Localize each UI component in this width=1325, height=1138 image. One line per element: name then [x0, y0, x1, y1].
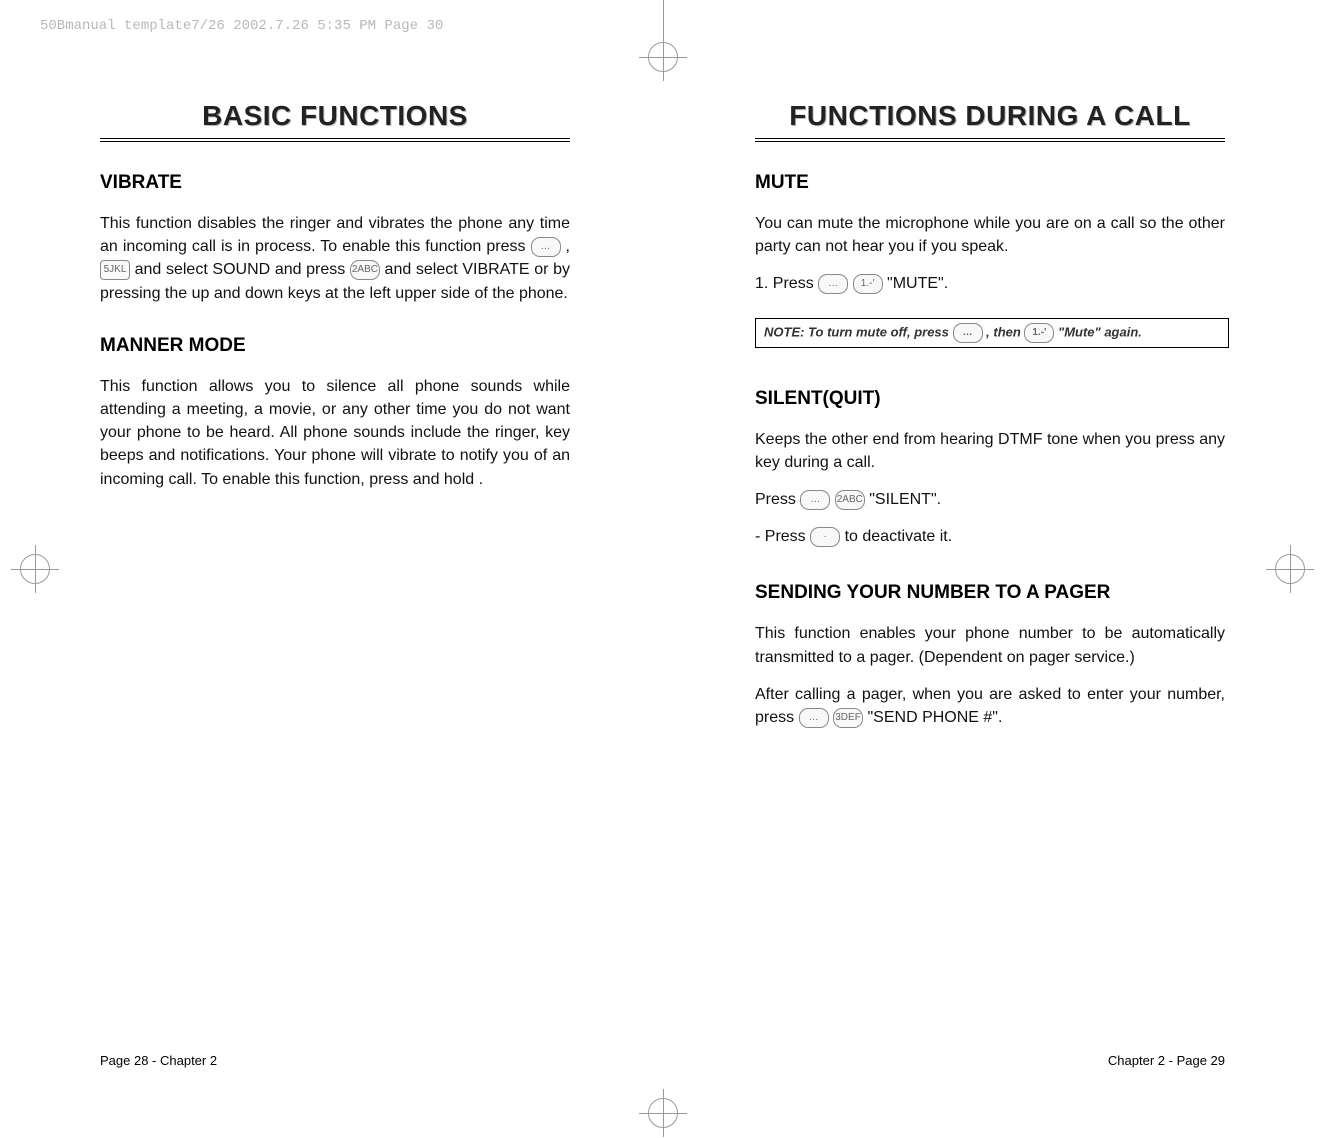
- manner-heading: MANNER MODE: [100, 335, 570, 357]
- mute-step1: 1. Press … 1.-' "MUTE".: [755, 272, 1225, 295]
- vibrate-body: This function disables the ringer and vi…: [100, 212, 570, 305]
- silent-body: Keeps the other end from hearing DTMF to…: [755, 428, 1225, 549]
- key-1-icon: 1.-': [853, 274, 883, 294]
- manner-text: This function allows you to silence all …: [100, 375, 570, 491]
- pager-after: After calling a pager, when you are aske…: [755, 683, 1225, 729]
- key-5-icon: 5JKL: [100, 260, 130, 280]
- mute-note-b: , then: [986, 324, 1024, 339]
- key-2-icon: 2ABC: [350, 260, 380, 280]
- footer-right: Chapter 2 - Page 29: [1108, 1053, 1225, 1068]
- mute-step1-b: "MUTE".: [887, 275, 948, 292]
- crop-mark-bottom: [648, 1098, 678, 1128]
- mute-note: NOTE: To turn mute off, press … , then 1…: [755, 318, 1229, 348]
- menu-key-icon: …: [799, 708, 829, 728]
- mute-step1-a: 1. Press: [755, 275, 818, 292]
- key-2-icon: 2ABC: [835, 490, 865, 510]
- crop-mark-top: [643, 0, 683, 60]
- menu-key-icon: …: [531, 237, 561, 257]
- silent-deact-a: - Press: [755, 528, 810, 545]
- pager-after-b: "SEND PHONE #".: [867, 709, 1002, 726]
- footer-left: Page 28 - Chapter 2: [100, 1053, 217, 1068]
- vibrate-heading: VIBRATE: [100, 172, 570, 194]
- silent-press-a: Press: [755, 491, 800, 508]
- silent-deactivate: - Press · to deactivate it.: [755, 525, 1225, 548]
- silent-text: Keeps the other end from hearing DTMF to…: [755, 428, 1225, 474]
- crop-mark-right: [1275, 554, 1325, 584]
- manner-body: This function allows you to silence all …: [100, 375, 570, 491]
- menu-key-icon: …: [800, 490, 830, 510]
- right-page: FUNCTIONS DURING A CALL MUTE You can mut…: [755, 100, 1225, 743]
- silent-deact-b: to deactivate it.: [845, 528, 953, 545]
- mute-heading: MUTE: [755, 172, 1225, 194]
- mute-text: You can mute the microphone while you ar…: [755, 212, 1225, 258]
- page-title-right: FUNCTIONS DURING A CALL: [755, 100, 1225, 142]
- menu-key-icon: …: [953, 323, 983, 343]
- dot-key-icon: ·: [810, 527, 840, 547]
- left-page: BASIC FUNCTIONS VIBRATE This function di…: [100, 100, 570, 505]
- mute-note-a: NOTE: To turn mute off, press: [764, 324, 953, 339]
- pager-heading: SENDING YOUR NUMBER TO A PAGER: [755, 582, 1225, 604]
- mute-body: You can mute the microphone while you ar…: [755, 212, 1225, 348]
- key-1-icon: 1.-': [1024, 323, 1054, 343]
- menu-key-icon: …: [818, 274, 848, 294]
- silent-press: Press … 2ABC "SILENT".: [755, 488, 1225, 511]
- mute-note-c: "Mute" again.: [1058, 324, 1142, 339]
- silent-press-b: "SILENT".: [869, 491, 941, 508]
- pager-text: This function enables your phone number …: [755, 622, 1225, 668]
- crop-mark-left: [0, 554, 50, 584]
- pager-body: This function enables your phone number …: [755, 622, 1225, 729]
- key-3-icon: 3DEF: [833, 708, 863, 728]
- prepress-header: 50Bmanual template7/26 2002.7.26 5:35 PM…: [40, 18, 443, 34]
- silent-heading: SILENT(QUIT): [755, 388, 1225, 410]
- page-title-left: BASIC FUNCTIONS: [100, 100, 570, 142]
